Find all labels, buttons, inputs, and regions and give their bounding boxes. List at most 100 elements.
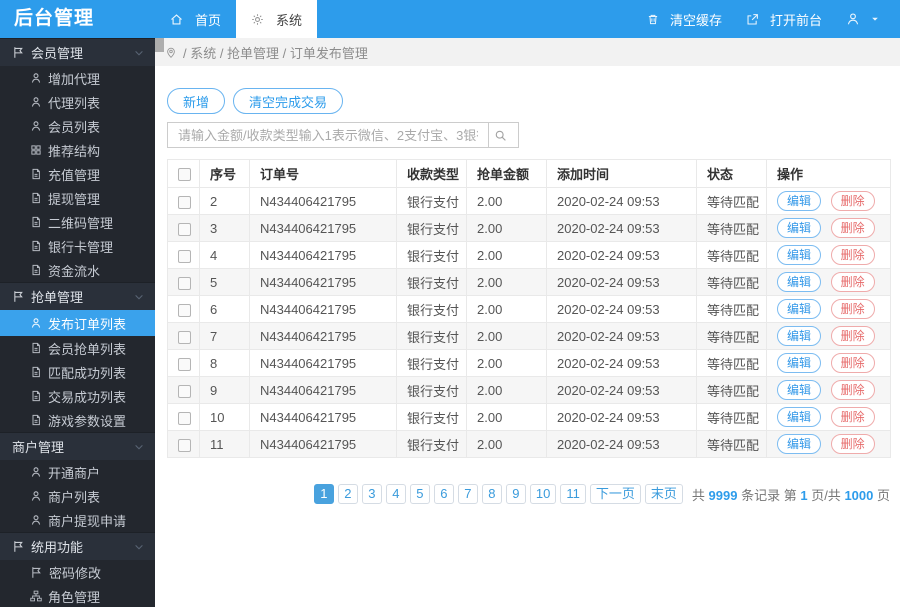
sidebar-item[interactable]: 商户列表	[0, 484, 155, 508]
cell-status: 等待匹配	[696, 349, 767, 377]
sidebar-item[interactable]: 商户管理	[0, 432, 155, 460]
table-row: 9 N434406421795 银行支付 2.00 2020-02-24 09:…	[167, 376, 891, 404]
delete-button[interactable]: 删除	[830, 272, 875, 292]
delete-button[interactable]: 删除	[830, 218, 875, 238]
cell-order-no: N434406421795	[249, 322, 397, 350]
delete-button[interactable]: 删除	[830, 299, 875, 319]
cell-order-no: N434406421795	[249, 295, 397, 323]
search-button[interactable]	[489, 122, 519, 148]
sidebar-item[interactable]: 提现管理	[0, 186, 155, 210]
sidebar-item[interactable]: 抢单管理	[0, 282, 155, 310]
sidebar-item[interactable]: 商户提现申请	[0, 508, 155, 532]
cell-actions: 编辑 删除	[766, 376, 891, 404]
sidebar-item[interactable]: 二维码管理	[0, 210, 155, 234]
cell-order-no: N434406421795	[249, 376, 397, 404]
chevron-down-icon	[133, 291, 145, 303]
delete-button[interactable]: 删除	[830, 245, 875, 265]
page-button[interactable]: 下一页	[589, 484, 641, 504]
page-button[interactable]: 4	[385, 484, 406, 504]
page-button[interactable]: 3	[361, 484, 382, 504]
sidebar-item[interactable]: 匹配成功列表	[0, 360, 155, 384]
edit-button[interactable]: 编辑	[777, 218, 822, 238]
page-button[interactable]: 8	[481, 484, 502, 504]
user-icon	[30, 317, 42, 329]
clear-completed-button[interactable]: 清空完成交易	[233, 88, 344, 114]
sidebar-item[interactable]: 充值管理	[0, 162, 155, 186]
row-checkbox[interactable]	[178, 249, 191, 263]
row-checkbox[interactable]	[178, 303, 191, 317]
edit-button[interactable]: 编辑	[777, 434, 822, 454]
row-checkbox[interactable]	[178, 222, 191, 236]
row-checkbox[interactable]	[178, 357, 191, 371]
edit-button[interactable]: 编辑	[777, 353, 822, 373]
delete-button[interactable]: 删除	[830, 407, 875, 427]
user-icon	[30, 72, 42, 84]
sidebar-item[interactable]: 角色管理	[0, 584, 155, 607]
page-button[interactable]: 9	[505, 484, 526, 504]
row-checkbox[interactable]	[178, 330, 191, 344]
edit-button[interactable]: 编辑	[777, 245, 822, 265]
flag-icon	[12, 540, 25, 553]
cell-amount: 2.00	[466, 322, 547, 350]
page-button[interactable]: 末页	[644, 484, 683, 504]
sidebar-item[interactable]: 代理列表	[0, 90, 155, 114]
sidebar-item[interactable]: 发布订单列表	[0, 310, 155, 336]
sidebar-item[interactable]: 游戏参数设置	[0, 408, 155, 432]
delete-button[interactable]: 删除	[830, 434, 875, 454]
search-group	[167, 122, 888, 148]
delete-button[interactable]: 删除	[830, 353, 875, 373]
sidebar-item[interactable]: 开通商户	[0, 460, 155, 484]
cell-pay-type: 银行支付	[396, 268, 467, 296]
sidebar-item[interactable]: 密码修改	[0, 560, 155, 584]
cell-checkbox	[167, 430, 200, 458]
sidebar-item[interactable]: 会员管理	[0, 38, 155, 66]
page-button[interactable]: 11	[560, 484, 586, 504]
sidebar-nav: 会员管理 增加代理 代理列表 会员列表 推荐结构 充值管理 提现管理 二维码管理…	[0, 38, 155, 607]
row-checkbox[interactable]	[178, 411, 191, 425]
table-row: 7 N434406421795 银行支付 2.00 2020-02-24 09:…	[167, 322, 891, 350]
delete-button[interactable]: 删除	[830, 380, 875, 400]
delete-button[interactable]: 删除	[830, 191, 875, 211]
user-menu[interactable]	[846, 12, 886, 26]
sidebar-item[interactable]: 会员抢单列表	[0, 336, 155, 360]
row-checkbox[interactable]	[178, 195, 191, 209]
page-button[interactable]: 10	[529, 484, 557, 504]
sidebar-item[interactable]: 推荐结构	[0, 138, 155, 162]
page-button[interactable]: 6	[433, 484, 454, 504]
edit-button[interactable]: 编辑	[777, 191, 822, 211]
row-checkbox[interactable]	[178, 384, 191, 398]
edit-button[interactable]: 编辑	[777, 299, 822, 319]
page-button[interactable]: 1	[313, 484, 334, 504]
select-all-checkbox[interactable]	[178, 168, 191, 182]
sidebar-item-label: 充值管理	[48, 167, 101, 183]
cell-amount: 2.00	[466, 295, 547, 323]
add-button[interactable]: 新增	[167, 88, 226, 114]
edit-button[interactable]: 编辑	[777, 272, 822, 292]
records-summary-part: 页	[876, 487, 890, 503]
sidebar-item-label: 会员抢单列表	[48, 341, 127, 357]
delete-button[interactable]: 删除	[830, 326, 875, 346]
page-button[interactable]: 5	[409, 484, 430, 504]
page-button[interactable]: 7	[457, 484, 478, 504]
sidebar: 后台管理 会员管理 增加代理 代理列表 会员列表 推荐结构 充值管理 提现管理 …	[0, 0, 155, 607]
sidebar-item[interactable]: 会员列表	[0, 114, 155, 138]
edit-button[interactable]: 编辑	[777, 326, 822, 346]
trash-icon	[647, 13, 659, 26]
edit-button[interactable]: 编辑	[777, 407, 822, 427]
sidebar-item[interactable]: 交易成功列表	[0, 384, 155, 408]
sidebar-item[interactable]: 资金流水	[0, 258, 155, 282]
row-checkbox[interactable]	[178, 438, 191, 452]
row-checkbox[interactable]	[178, 276, 191, 290]
edit-button[interactable]: 编辑	[777, 380, 822, 400]
page-button[interactable]: 2	[337, 484, 358, 504]
sidebar-item[interactable]: 增加代理	[0, 66, 155, 90]
tab[interactable]: 首页	[155, 0, 236, 38]
topbar-action[interactable]: 打开前台	[746, 10, 822, 29]
cell-seq: 10	[199, 403, 250, 431]
account-icon	[846, 12, 860, 26]
sidebar-item[interactable]: 银行卡管理	[0, 234, 155, 258]
sidebar-item[interactable]: 统用功能	[0, 532, 155, 560]
tab[interactable]: 系统	[236, 0, 318, 38]
search-input[interactable]	[167, 122, 489, 148]
topbar-action[interactable]: 清空缓存	[647, 10, 722, 29]
